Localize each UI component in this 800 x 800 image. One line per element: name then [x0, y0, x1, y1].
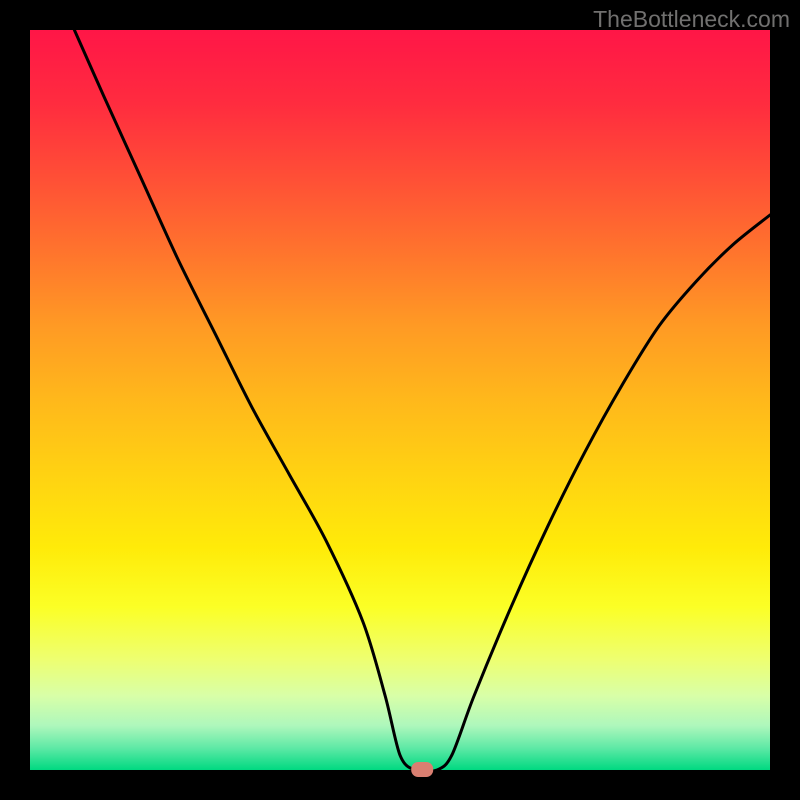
- optimum-marker: [411, 762, 433, 777]
- gradient-background: [30, 30, 770, 770]
- chart-frame: TheBottleneck.com: [0, 0, 800, 800]
- bottleneck-chart: [0, 0, 800, 800]
- watermark-text: TheBottleneck.com: [593, 6, 790, 33]
